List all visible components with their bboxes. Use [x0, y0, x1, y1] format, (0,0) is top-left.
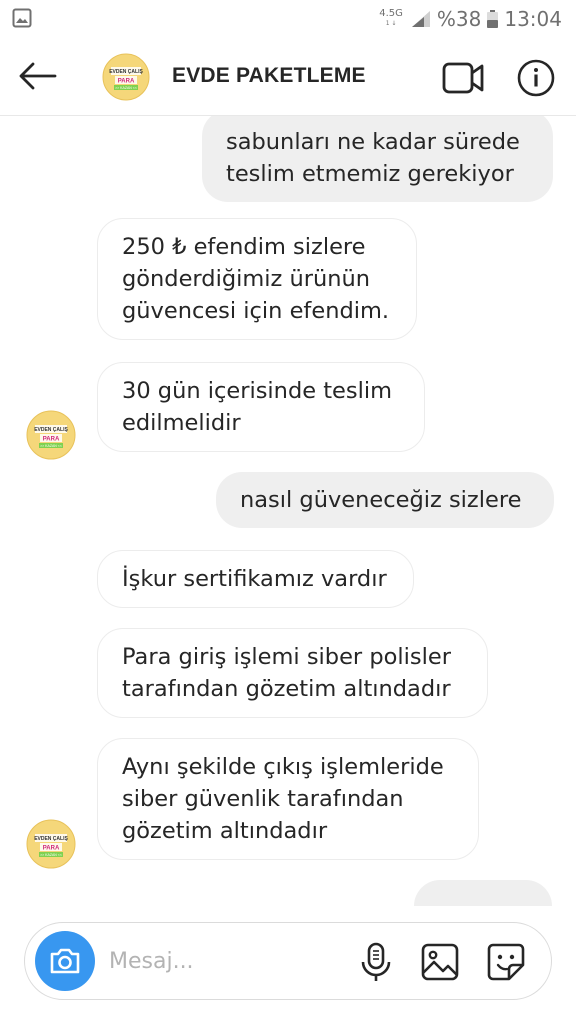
chat-header: EVDEN ÇALIŞ PARA >> KAZAN << EVDE PAKETL… — [0, 38, 576, 116]
incoming-message[interactable]: Aynı şekilde çıkış işlemleride siber güv… — [97, 738, 479, 860]
video-call-button[interactable] — [440, 60, 486, 96]
message-composer — [24, 922, 552, 1000]
video-camera-icon — [442, 62, 484, 94]
svg-text:>> KAZAN <<: >> KAZAN << — [40, 444, 62, 448]
svg-text:EVDEN ÇALIŞ: EVDEN ÇALIŞ — [34, 427, 68, 433]
status-bar: 4.5G 1 ↓ %38 13:04 — [0, 0, 576, 38]
outgoing-message[interactable]: ... ... — [414, 880, 552, 906]
clock: 13:04 — [504, 7, 562, 31]
svg-text:EVDEN ÇALIŞ: EVDEN ÇALIŞ — [109, 69, 143, 75]
signal-icon — [411, 11, 430, 27]
outgoing-message[interactable]: nasıl güveneceğiz sizlere — [216, 472, 554, 528]
sticker-icon — [487, 943, 525, 981]
svg-text:PARA: PARA — [118, 79, 135, 85]
battery-percent: %38 — [436, 7, 482, 31]
svg-text:>> KAZAN <<: >> KAZAN << — [40, 853, 62, 857]
incoming-message[interactable]: 250 ₺ efendim sizlere gönderdiğimiz ürün… — [97, 218, 417, 340]
microphone-icon — [361, 942, 391, 981]
info-button[interactable] — [516, 58, 556, 98]
battery-icon — [487, 10, 499, 28]
svg-text:EVDEN ÇALIŞ: EVDEN ÇALIŞ — [34, 836, 68, 842]
incoming-message[interactable]: Para giriş işlemi siber polisler tarafın… — [97, 628, 488, 718]
camera-icon — [50, 948, 80, 974]
svg-text:>> KAZAN <<: >> KAZAN << — [115, 86, 137, 90]
incoming-message[interactable]: İşkur sertifikamız vardır — [97, 550, 414, 608]
svg-text:PARA: PARA — [43, 846, 60, 852]
message-list[interactable]: sabunları ne kadar sürede teslim etmemiz… — [0, 116, 576, 906]
chat-title[interactable]: EVDE PAKETLEME — [172, 64, 366, 88]
back-button[interactable] — [14, 56, 60, 96]
back-arrow-icon — [19, 62, 57, 90]
gallery-button[interactable] — [419, 941, 461, 983]
incoming-message[interactable]: 30 gün içerisinde teslim edilmelidir — [97, 362, 425, 452]
svg-text:PARA: PARA — [43, 437, 60, 443]
network-type: 4.5G 1 ↓ — [379, 8, 403, 28]
sender-avatar[interactable]: EVDEN ÇALIŞ PARA >> KAZAN << — [26, 819, 76, 869]
sticker-button[interactable] — [485, 941, 527, 983]
profile-avatar[interactable]: EVDEN ÇALIŞ PARA >> KAZAN << — [102, 53, 150, 101]
camera-button[interactable] — [35, 931, 95, 991]
gallery-icon — [421, 943, 459, 981]
message-input[interactable] — [109, 943, 339, 979]
microphone-button[interactable] — [355, 941, 397, 983]
outgoing-message[interactable]: sabunları ne kadar sürede teslim etmemiz… — [202, 116, 553, 202]
sender-avatar[interactable]: EVDEN ÇALIŞ PARA >> KAZAN << — [26, 410, 76, 460]
image-notification-icon — [12, 8, 32, 28]
info-icon — [517, 59, 555, 97]
